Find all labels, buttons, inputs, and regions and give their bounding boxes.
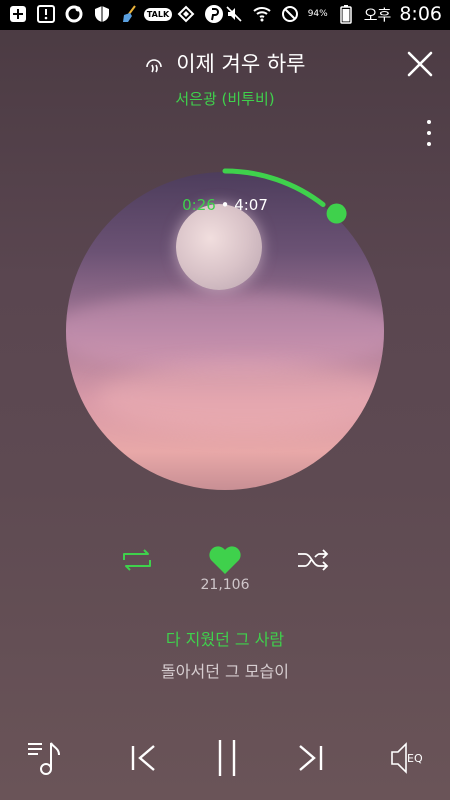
pinterest-icon (204, 4, 224, 24)
pause-icon (218, 740, 236, 776)
block-icon (280, 4, 300, 24)
record-icon (64, 4, 84, 24)
next-icon (299, 745, 323, 771)
previous-button[interactable] (130, 738, 158, 778)
close-button[interactable] (406, 50, 434, 78)
previous-icon (131, 745, 155, 771)
shuffle-button[interactable] (296, 548, 330, 572)
current-time: 0:26 (182, 196, 216, 214)
song-title: 이제 겨우 하루 (176, 52, 306, 76)
status-time: 8:06 (399, 3, 442, 25)
total-time: 4:07 (234, 196, 268, 214)
status-bar: TALK 94% 오후 8:06 (0, 0, 450, 30)
battery-percent: 94% (307, 9, 328, 19)
wifi-icon (252, 4, 272, 24)
status-system: 94% 오후 8:06 (224, 3, 442, 25)
next-button[interactable] (296, 738, 324, 778)
status-notifications: TALK (8, 4, 224, 24)
shield-icon (92, 4, 112, 24)
lyric-current-line[interactable]: 다 지웠던 그 사람 (0, 626, 450, 650)
mute-icon (224, 4, 244, 24)
plus-icon (8, 4, 28, 24)
song-title-row: 이제 겨우 하루 (0, 48, 450, 78)
kakaotalk-label: TALK (143, 7, 173, 21)
more-icon-dot (427, 142, 431, 146)
close-icon (407, 51, 433, 77)
equalizer-button[interactable]: EQ (390, 738, 432, 778)
progress-ring[interactable] (60, 166, 390, 496)
kakaotalk-icon: TALK (143, 4, 173, 24)
like-count: 21,106 (200, 577, 250, 593)
more-icon-dot (427, 131, 431, 135)
lyric-next-line[interactable]: 돌아서던 그 모습이 (0, 658, 450, 682)
heart-icon (209, 546, 241, 574)
artist-name[interactable]: 서은광 (비투비) (0, 88, 450, 109)
playlist-icon (28, 742, 60, 775)
alert-icon (36, 4, 56, 24)
battery-icon (336, 4, 356, 24)
broom-icon (120, 4, 140, 24)
repeat-icon (123, 549, 151, 571)
like-button[interactable] (207, 542, 243, 576)
more-options-button[interactable] (422, 120, 436, 146)
repeat-button[interactable] (120, 548, 154, 572)
headphone-icon (144, 55, 170, 76)
playlist-button[interactable] (26, 738, 66, 778)
time-display: 0:26 • 4:07 (66, 196, 384, 214)
time-separator: • (220, 196, 230, 214)
app-icon (176, 4, 196, 24)
eq-label: EQ (407, 752, 423, 765)
more-icon-dot (427, 120, 431, 124)
status-ampm: 오후 (363, 5, 392, 24)
pause-button[interactable] (216, 738, 238, 778)
shuffle-icon (298, 549, 329, 571)
